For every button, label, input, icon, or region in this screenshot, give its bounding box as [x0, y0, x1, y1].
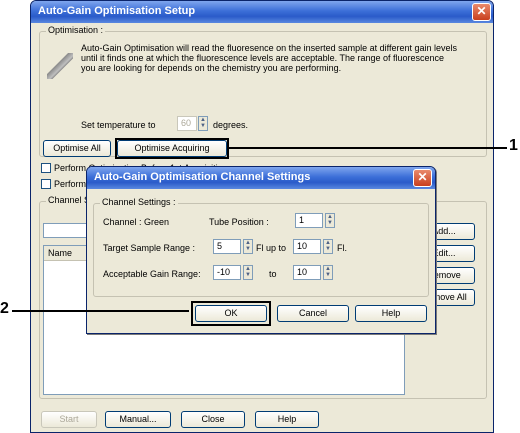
target-to-input[interactable]: 10: [293, 239, 321, 254]
callout-2-number: 2: [0, 300, 9, 317]
fl-up-to-label: Fl up to: [256, 243, 287, 253]
channel-settings-dialog: Auto-Gain Optimisation Channel Settings …: [86, 166, 436, 334]
channel-name-label: Channel : Green: [103, 217, 170, 227]
target-from-spinner[interactable]: ▲ ▼: [243, 239, 253, 254]
optimisation-group-label: Optimisation :: [46, 25, 106, 35]
optimise-acquiring-highlight: [115, 138, 229, 159]
ok-highlight: [191, 301, 271, 326]
dialog-help-button[interactable]: Help: [355, 305, 427, 322]
optimise-all-button[interactable]: Optimise All: [43, 140, 111, 157]
callout-1-number: 1: [509, 137, 518, 154]
degrees-label: degrees.: [213, 120, 249, 130]
perform-before-first-checkbox[interactable]: [41, 163, 51, 173]
gain-from-input[interactable]: -10: [213, 265, 241, 280]
wrench-icon: [47, 53, 73, 79]
cancel-button[interactable]: Cancel: [277, 305, 349, 322]
tube-position-label: Tube Position :: [209, 217, 269, 227]
start-button[interactable]: Start: [41, 411, 97, 428]
fl-label: Fl.: [337, 243, 347, 253]
gain-range-label: Acceptable Gain Range:: [103, 269, 201, 279]
to-label: to: [269, 269, 277, 279]
close-button[interactable]: Close: [181, 411, 245, 428]
optimisation-description: Auto-Gain Optimisation will read the flu…: [81, 43, 458, 73]
dialog-close-button[interactable]: ✕: [413, 169, 432, 187]
gain-to-spinner[interactable]: ▲ ▼: [323, 265, 333, 280]
window-close-button[interactable]: ✕: [472, 3, 491, 21]
temperature-input[interactable]: 60: [177, 116, 197, 131]
callout-1-line: [227, 147, 507, 149]
window-title: Auto-Gain Optimisation Setup: [31, 1, 493, 23]
gain-to-input[interactable]: 10: [293, 265, 321, 280]
tube-position-input[interactable]: 1: [295, 213, 323, 228]
tube-position-spinner[interactable]: ▲ ▼: [325, 213, 335, 228]
target-from-input[interactable]: 5: [213, 239, 241, 254]
dialog-group-label: Channel Settings :: [100, 197, 178, 207]
perform-option-2-checkbox[interactable]: [41, 179, 51, 189]
target-range-label: Target Sample Range :: [103, 243, 196, 253]
temperature-spinner[interactable]: ▲ ▼: [198, 116, 208, 131]
help-button[interactable]: Help: [255, 411, 319, 428]
target-to-spinner[interactable]: ▲ ▼: [323, 239, 333, 254]
dialog-title: Auto-Gain Optimisation Channel Settings: [87, 167, 435, 189]
manual-button[interactable]: Manual...: [105, 411, 171, 428]
callout-2-line: [12, 310, 189, 312]
set-temperature-label: Set temperature to: [81, 120, 156, 130]
perform-option-2-label: Perform: [54, 179, 87, 189]
gain-from-spinner[interactable]: ▲ ▼: [243, 265, 253, 280]
